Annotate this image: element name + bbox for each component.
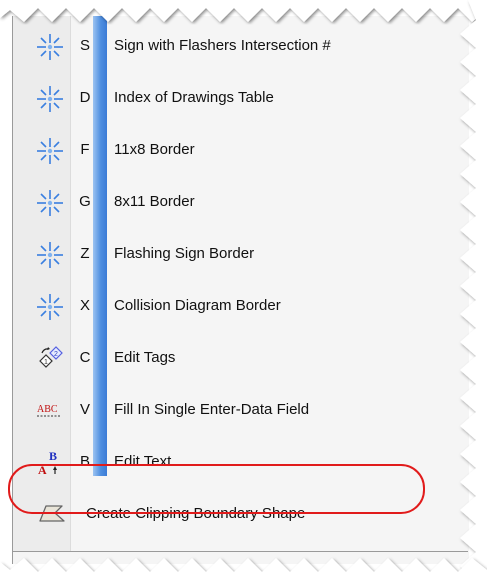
- menu-item-label: Edit Tags: [114, 349, 176, 366]
- menu-item-flashing-sign-border[interactable]: Z Flashing Sign Border: [13, 230, 469, 282]
- menu-item-label: Create Clipping Boundary Shape: [86, 505, 306, 522]
- menu-item-key: V: [79, 401, 90, 418]
- sparkle-icon: [35, 32, 65, 62]
- edit-tags-icon: 1 2: [35, 344, 65, 374]
- menu-item-collision-diagram-border[interactable]: X Collision Diagram Border: [13, 282, 469, 334]
- clipping-shape-icon: [37, 499, 67, 529]
- menu-item-11x8-border[interactable]: F 11x8 Border: [13, 126, 469, 178]
- menu-item-key: Z: [80, 245, 90, 262]
- menu-item-key: D: [79, 89, 91, 106]
- letter-a: A: [38, 463, 47, 477]
- sparkle-icon: [35, 84, 65, 114]
- sparkle-icon: [35, 292, 65, 322]
- menu-item-edit-text[interactable]: B A B Edit Text: [13, 438, 469, 490]
- menu-item-label: Edit Text: [114, 453, 172, 470]
- sparkle-icon: [35, 136, 65, 166]
- sparkle-icon: [35, 188, 65, 218]
- enter-data-field-icon: ABC: [35, 396, 65, 426]
- menu-item-key: B: [79, 453, 90, 470]
- menu-item-edit-tags[interactable]: 1 2 C Edit Tags: [13, 334, 469, 386]
- menu-item-label: Collision Diagram Border: [114, 297, 281, 314]
- menu-item-label: Flashing Sign Border: [114, 245, 255, 262]
- menu-item-label: Fill In Single Enter-Data Field: [114, 401, 310, 418]
- context-menu: S Sign with Flashers Intersection # D In…: [12, 16, 469, 564]
- letter-b: B: [49, 449, 57, 463]
- menu-item-key: C: [79, 349, 91, 366]
- menu-item-key: S: [79, 37, 90, 54]
- menu-item-create-clipping-boundary-shape[interactable]: Create Clipping Boundary Shape: [13, 488, 469, 540]
- svg-text:2: 2: [54, 351, 58, 358]
- menu-item-label: Index of Drawings Table: [114, 89, 274, 106]
- menu-bottom-border: [12, 551, 468, 552]
- menu-item-key: G: [79, 193, 91, 210]
- menu-item-fill-in-single-enter-data-field[interactable]: ABC V Fill In Single Enter-Data Field: [13, 386, 469, 438]
- abc-text: ABC: [37, 404, 58, 415]
- menu-item-key: F: [80, 141, 90, 158]
- screenshot-stage: S Sign with Flashers Intersection # D In…: [0, 0, 487, 580]
- menu-item-8x11-border[interactable]: G 8x11 Border: [13, 178, 469, 230]
- menu-item-label: 8x11 Border: [114, 193, 195, 210]
- menu-item-index-of-drawings-table[interactable]: D Index of Drawings Table: [13, 74, 469, 126]
- menu-item-sign-with-flashers-intersection[interactable]: S Sign with Flashers Intersection #: [13, 22, 469, 74]
- edit-text-icon: B A: [35, 448, 65, 478]
- menu-item-key: X: [79, 297, 90, 314]
- svg-text:1: 1: [44, 359, 48, 366]
- menu-item-label: Sign with Flashers Intersection #: [114, 37, 331, 54]
- menu-item-label: 11x8 Border: [114, 141, 195, 158]
- sparkle-icon: [35, 240, 65, 270]
